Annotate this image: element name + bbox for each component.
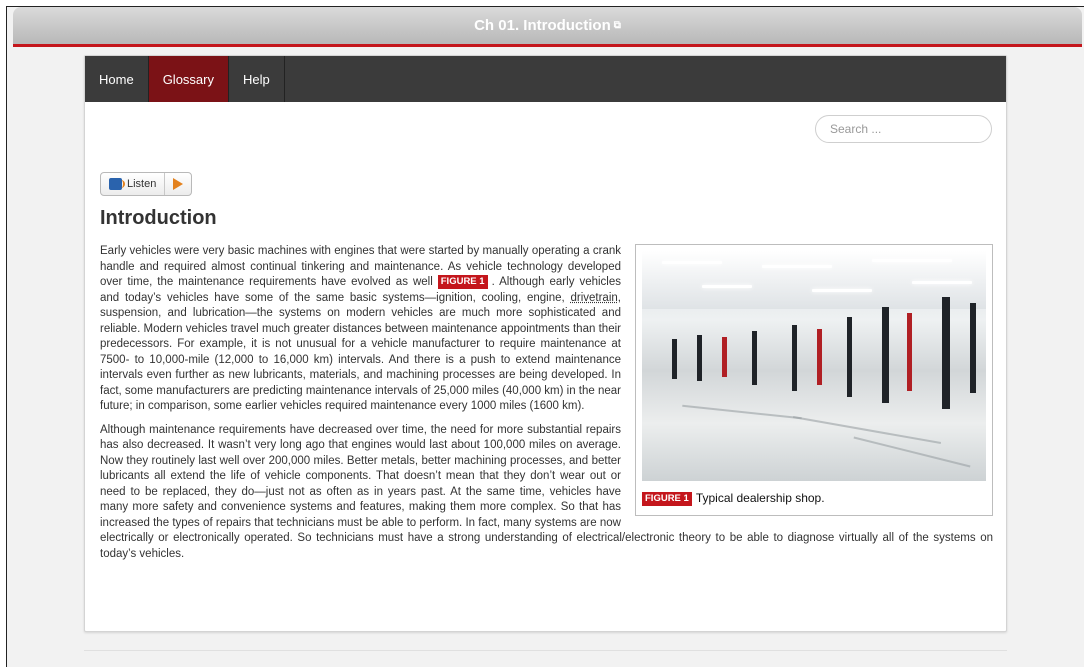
listen-control[interactable]: Listen [100,172,193,196]
dealership-shop-photo [642,251,986,481]
listen-button[interactable]: Listen [101,173,166,195]
page-title: Introduction [100,207,217,229]
window-title[interactable]: Ch 01. Introduction [474,17,611,34]
listen-label: Listen [127,178,157,190]
speaker-icon [109,178,125,190]
title-bar: Ch 01. Introduction ⧉ [13,7,1082,47]
play-button[interactable] [165,173,191,195]
figure-badge[interactable]: FIGURE 1 [642,491,692,506]
external-link-icon[interactable]: ⧉ [614,20,621,31]
article-body: FIGURE 1 Typical dealership shop. Early … [100,244,993,570]
nav-help[interactable]: Help [229,56,285,102]
divider [84,650,1007,651]
content-panel: Home Glossary Help Listen Introduction [84,55,1007,632]
figure-1-link[interactable]: FIGURE 1 [437,275,488,289]
play-icon [173,178,184,190]
nav-home[interactable]: Home [85,56,149,102]
figure-1: FIGURE 1 Typical dealership shop. [635,244,993,516]
nav-glossary[interactable]: Glossary [148,56,229,102]
glossary-term-drivetrain[interactable]: drivetrain [570,292,617,304]
figure-caption: FIGURE 1 Typical dealership shop. [642,491,986,507]
paragraph-1-part-c: , suspension, and lubrication—the system… [100,291,621,413]
search-input[interactable] [815,115,992,143]
figure-caption-text: Typical dealership shop. [695,491,825,505]
top-navbar: Home Glossary Help [85,56,1006,102]
